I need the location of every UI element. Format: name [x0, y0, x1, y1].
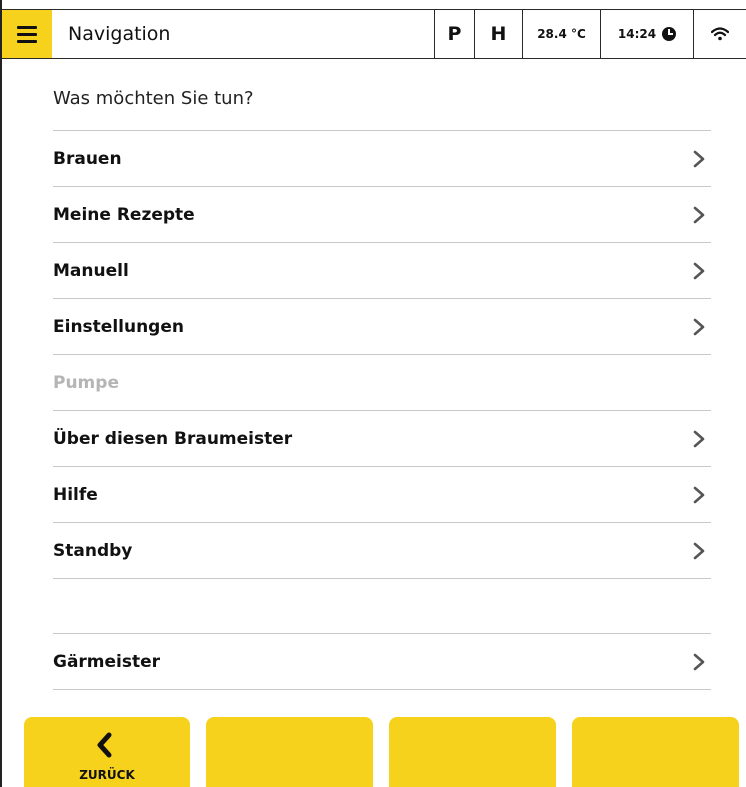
hamburger-icon-bar	[17, 39, 37, 43]
menu-item-label: Manuell	[53, 260, 129, 281]
menu-item-ueber-diesen-braumeister[interactable]: Über diesen Braumeister	[53, 411, 711, 466]
menu-item-label: Einstellungen	[53, 316, 184, 337]
divider	[53, 689, 711, 690]
heater-status-indicator: H	[474, 10, 522, 58]
time-display: 14:24	[600, 10, 693, 58]
menu-item-label: Pumpe	[53, 372, 119, 393]
pump-status-indicator: P	[434, 10, 474, 58]
menu-item-hilfe[interactable]: Hilfe	[53, 467, 711, 522]
menu-item-standby[interactable]: Standby	[53, 523, 711, 578]
menu-item-label: Standby	[53, 540, 133, 561]
top-bar: Navigation P H 28.4 °C 14:24	[2, 9, 746, 59]
prompt-text: Was möchten Sie tun?	[53, 88, 254, 109]
menu-item-gaermeister[interactable]: Gärmeister	[53, 634, 711, 689]
menu-item-manuell[interactable]: Manuell	[53, 243, 711, 298]
time-value: 14:24	[617, 27, 657, 41]
soft-button-2[interactable]	[206, 717, 373, 787]
menu-item-label: Brauen	[53, 148, 122, 169]
menu-item-label: Über diesen Braumeister	[53, 428, 293, 449]
wifi-icon	[711, 27, 729, 41]
chevron-right-icon	[693, 430, 705, 447]
menu-item-label: Hilfe	[53, 484, 98, 505]
chevron-right-icon	[693, 150, 705, 167]
menu-item-pumpe: Pumpe	[53, 355, 711, 410]
back-button-label: ZURÜCK	[79, 768, 135, 782]
chevron-right-icon	[693, 653, 705, 670]
menu-item-brauen[interactable]: Brauen	[53, 131, 711, 186]
menu-item-label: Meine Rezepte	[53, 204, 195, 225]
menu-item-meine-rezepte[interactable]: Meine Rezepte	[53, 187, 711, 242]
chevron-left-icon	[97, 732, 112, 758]
back-button[interactable]: ZURÜCK	[24, 717, 190, 787]
hamburger-icon-bar	[17, 32, 37, 36]
hamburger-menu-button[interactable]	[2, 10, 52, 58]
wifi-status	[693, 10, 746, 58]
temperature-readout: 28.4 °C	[522, 10, 600, 58]
chevron-right-icon	[693, 542, 705, 559]
divider	[53, 578, 711, 579]
frame-edge	[0, 0, 2, 787]
chevron-right-icon	[693, 486, 705, 503]
soft-button-4[interactable]	[572, 717, 739, 787]
clock-icon	[662, 27, 677, 41]
chevron-right-icon	[693, 262, 705, 279]
menu-item-einstellungen[interactable]: Einstellungen	[53, 299, 711, 354]
chevron-right-icon	[693, 318, 705, 335]
menu-item-label: Gärmeister	[53, 651, 161, 672]
hamburger-icon-bar	[17, 25, 37, 29]
soft-button-3[interactable]	[389, 717, 556, 787]
page-title: Navigation	[68, 23, 171, 45]
chevron-right-icon	[693, 206, 705, 223]
